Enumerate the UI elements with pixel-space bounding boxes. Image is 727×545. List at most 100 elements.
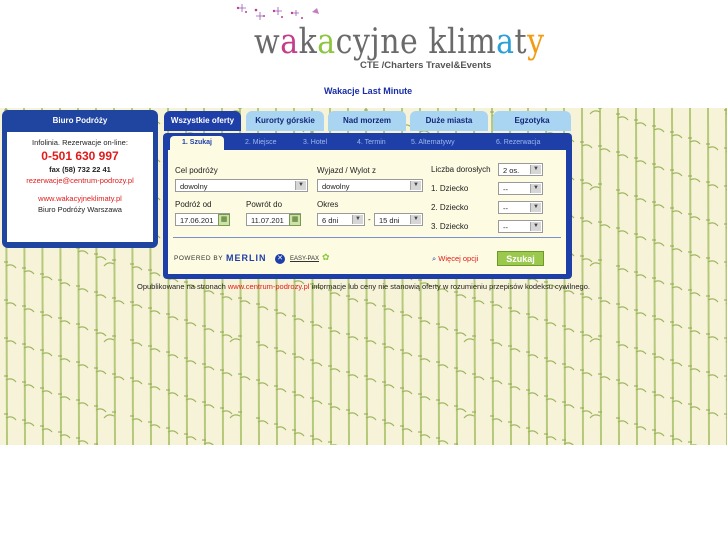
phone-number[interactable]: 0-501 630 997 [7, 149, 153, 163]
bamboo-leaf [599, 224, 611, 229]
step-search[interactable]: 1. Szukaj [170, 136, 224, 150]
bamboo-leaf [23, 270, 35, 275]
bamboo-leaf [653, 204, 665, 209]
bamboo-stalk [689, 108, 692, 445]
bamboo-leaf [635, 160, 647, 165]
bamboo-leaf [5, 264, 17, 269]
tab-all-offers[interactable]: Wszystkie oferty [164, 111, 241, 131]
bamboo-leaf [589, 110, 601, 115]
disclaimer-link[interactable]: www.centrum-podrozy.pl [228, 282, 310, 291]
step-date: 4. Termin [357, 139, 386, 146]
chevron-down-icon: ▼ [410, 181, 421, 190]
bamboo-leaf [635, 198, 647, 203]
period-separator: - [368, 215, 371, 224]
bamboo-leaf [653, 128, 665, 133]
tab-mountain-resorts[interactable]: Kurorty górskie [246, 111, 324, 131]
chevron-down-icon: ▼ [352, 215, 363, 224]
chevron-down-icon: ▼ [530, 184, 541, 193]
from-date-value: 17.06.201 [180, 216, 214, 225]
bamboo-leaf [617, 154, 629, 159]
step-place: 2. Miejsce [245, 139, 277, 146]
chevron-down-icon: ▼ [410, 215, 421, 224]
magnifier-icon: ⌕ [432, 254, 437, 263]
fax-number: fax (58) 732 22 41 [49, 165, 111, 174]
bamboo-leaf [599, 148, 611, 153]
adults-value: 2 os. [503, 166, 520, 175]
step-hotel: 3. Hotel [303, 139, 328, 146]
adults-select[interactable]: 2 os. ▼ [498, 163, 543, 176]
merlin-logo: MERLIN [226, 253, 267, 263]
bamboo-stalk [599, 108, 602, 445]
tab-exotic[interactable]: Egzotyka [493, 111, 571, 131]
child3-select[interactable]: -- ▼ [498, 220, 543, 233]
bamboo-leaf [589, 186, 601, 191]
bamboo-leaf [103, 414, 115, 419]
bamboo-leaf [581, 258, 593, 263]
child3-value: -- [503, 223, 508, 232]
bamboo-leaf [689, 254, 701, 259]
period-to-select[interactable]: 15 dni ▼ [374, 213, 423, 226]
child2-value: -- [503, 204, 508, 213]
child2-select[interactable]: -- ▼ [498, 201, 543, 214]
bamboo-leaf [671, 134, 683, 139]
bamboo-leaf [635, 122, 647, 127]
bamboo-leaf [589, 262, 601, 267]
bamboo-leaf [617, 268, 629, 273]
page-header: wakacyjne klimaty CTE /Charters Travel&E… [0, 0, 727, 108]
chevron-down-icon: ▼ [530, 222, 541, 231]
office-title: Biuro Podróży [52, 116, 108, 125]
child1-select[interactable]: -- ▼ [498, 182, 543, 195]
palm-icon: ✿ [322, 252, 330, 262]
bamboo-leaf [581, 182, 593, 187]
office-name: Biuro Podróży Warszawa [38, 205, 122, 214]
bamboo-leaf [689, 140, 701, 145]
bamboo-leaf [707, 184, 719, 189]
bamboo-stalk [653, 108, 656, 445]
bamboo-leaf [149, 272, 161, 277]
brand-subtitle: CTE /Charters Travel&Events [360, 60, 492, 71]
calendar-icon[interactable]: ▦ [289, 214, 301, 226]
destination-value: dowolny [180, 182, 208, 191]
destination-select[interactable]: dowolny ▼ [175, 179, 308, 192]
bamboo-leaf [671, 248, 683, 253]
bamboo-stalk [707, 108, 710, 445]
bamboo-leaf [581, 144, 593, 149]
hotline-label: Infolinia. Rezerwacje on-line: [32, 138, 128, 147]
child1-value: -- [503, 185, 508, 194]
powered-by-text: POWERED BY [174, 255, 224, 262]
bamboo-leaf [617, 192, 629, 197]
period-label: Okres [317, 200, 339, 209]
bamboo-leaf [229, 414, 241, 419]
to-date-label: Powrót do [246, 200, 283, 209]
easypax-logo: EASY-PAX [290, 256, 320, 262]
bamboo-leaf [707, 260, 719, 265]
more-options-link[interactable]: ⌕ Więcej opcji [432, 254, 478, 264]
chevron-down-icon: ▼ [295, 181, 306, 190]
bamboo-leaf [589, 338, 601, 343]
brand-logo[interactable]: wakacyjne klimaty CTE /Charters Travel&E… [228, 0, 544, 80]
tab-big-cities[interactable]: Duże miasta [410, 111, 488, 131]
bamboo-leaf [95, 256, 107, 261]
website-link[interactable]: www.wakacyjneklimaty.pl [7, 194, 153, 203]
bamboo-leaf [589, 414, 601, 419]
from-date-label: Podróż od [175, 200, 212, 209]
tab-seaside[interactable]: Nad morzem [328, 111, 406, 131]
step-reservation: 6. Rezerwacja [496, 139, 541, 146]
period-from-value: 6 dni [322, 216, 339, 225]
bamboo-leaf [77, 250, 89, 255]
bamboo-stalk [635, 108, 638, 445]
calendar-icon[interactable]: ▦ [218, 214, 230, 226]
email-link[interactable]: rezerwacje@centrum-podrozy.pl [7, 176, 153, 185]
bamboo-leaf [635, 236, 647, 241]
departure-value: dowolny [322, 182, 350, 191]
departure-select[interactable]: dowolny ▼ [317, 179, 423, 192]
disclaimer-text-start: Opublikowane na stronach [136, 282, 228, 291]
last-minute-link[interactable]: Wakacje Last Minute [324, 86, 412, 96]
bamboo-leaf [617, 230, 629, 235]
period-from-select[interactable]: 6 dni ▼ [317, 213, 365, 226]
adults-label: Liczba dorosłych [431, 165, 491, 174]
search-button[interactable]: Szukaj [497, 251, 544, 266]
chevron-down-icon: ▼ [530, 165, 541, 174]
bamboo-leaf [653, 242, 665, 247]
bamboo-leaf [103, 262, 115, 267]
